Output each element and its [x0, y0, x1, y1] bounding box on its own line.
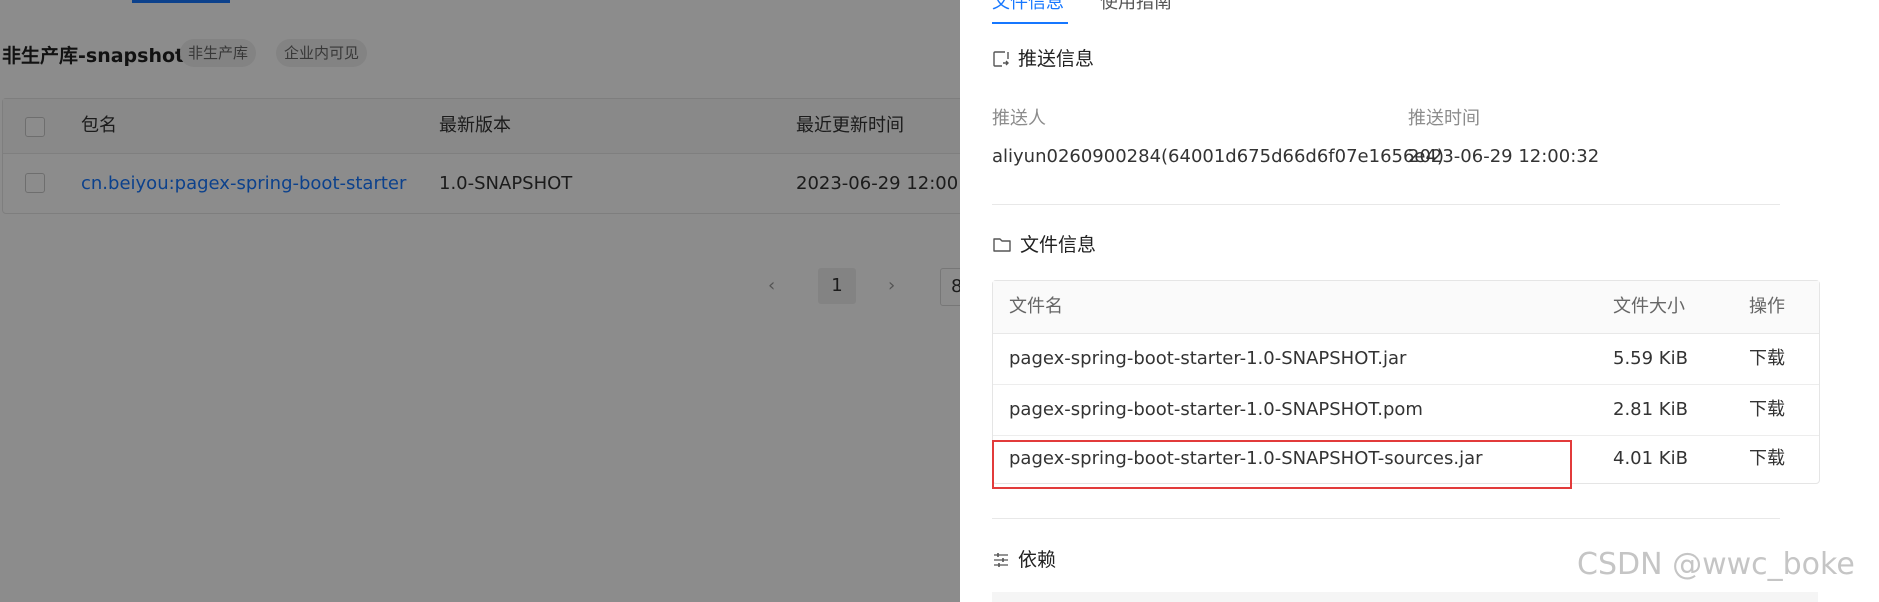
file-table-header: 文件名 文件大小 操作	[993, 281, 1819, 334]
section-divider	[992, 204, 1780, 205]
sliders-icon	[994, 553, 1008, 567]
red-highlight-box	[992, 440, 1572, 489]
dependency-title: 依赖	[992, 547, 1056, 573]
dependency-panel	[992, 592, 1818, 602]
download-link[interactable]: 下载	[1749, 334, 1785, 384]
push-icon	[993, 51, 1009, 67]
file-size: 2.81 KiB	[1613, 399, 1688, 420]
col-file-name: 文件名	[1009, 296, 1063, 317]
package-detail-drawer: 文件信息 使用指南 推送信息 推送人 推送时间 aliyun0260900284…	[960, 0, 1879, 602]
file-name: pagex-spring-boot-starter-1.0-SNAPSHOT.p…	[1009, 399, 1423, 420]
file-info-title-text: 文件信息	[1020, 234, 1097, 256]
section-divider	[992, 518, 1780, 519]
col-file-size: 文件大小	[1613, 296, 1685, 317]
tab-file-info[interactable]: 文件信息	[992, 0, 1064, 18]
push-info-title: 推送信息	[992, 46, 1094, 72]
file-info-title: 文件信息	[992, 232, 1096, 258]
watermark: CSDN @wwc_boke	[1577, 547, 1855, 582]
file-name: pagex-spring-boot-starter-1.0-SNAPSHOT.j…	[1009, 348, 1407, 369]
tab-usage-guide[interactable]: 使用指南	[1100, 0, 1172, 18]
folder-icon	[993, 238, 1011, 252]
file-size: 5.59 KiB	[1613, 348, 1688, 369]
active-tab-indicator	[992, 22, 1068, 24]
push-time-label: 推送时间	[1408, 108, 1480, 129]
file-size: 4.01 KiB	[1613, 448, 1688, 469]
push-info-title-text: 推送信息	[1018, 48, 1095, 70]
table-row: pagex-spring-boot-starter-1.0-SNAPSHOT.j…	[993, 334, 1819, 385]
table-row: pagex-spring-boot-starter-1.0-SNAPSHOT.p…	[993, 385, 1819, 436]
pusher-value: aliyun0260900284(64001d675d66d6f07e1656e…	[992, 146, 1444, 167]
download-link[interactable]: 下载	[1749, 434, 1785, 484]
pusher-label: 推送人	[992, 108, 1046, 129]
push-time-value: 2023-06-29 12:00:32	[1408, 146, 1600, 167]
dependency-title-text: 依赖	[1018, 549, 1057, 571]
download-link[interactable]: 下载	[1749, 385, 1785, 435]
col-actions: 操作	[1749, 296, 1785, 317]
